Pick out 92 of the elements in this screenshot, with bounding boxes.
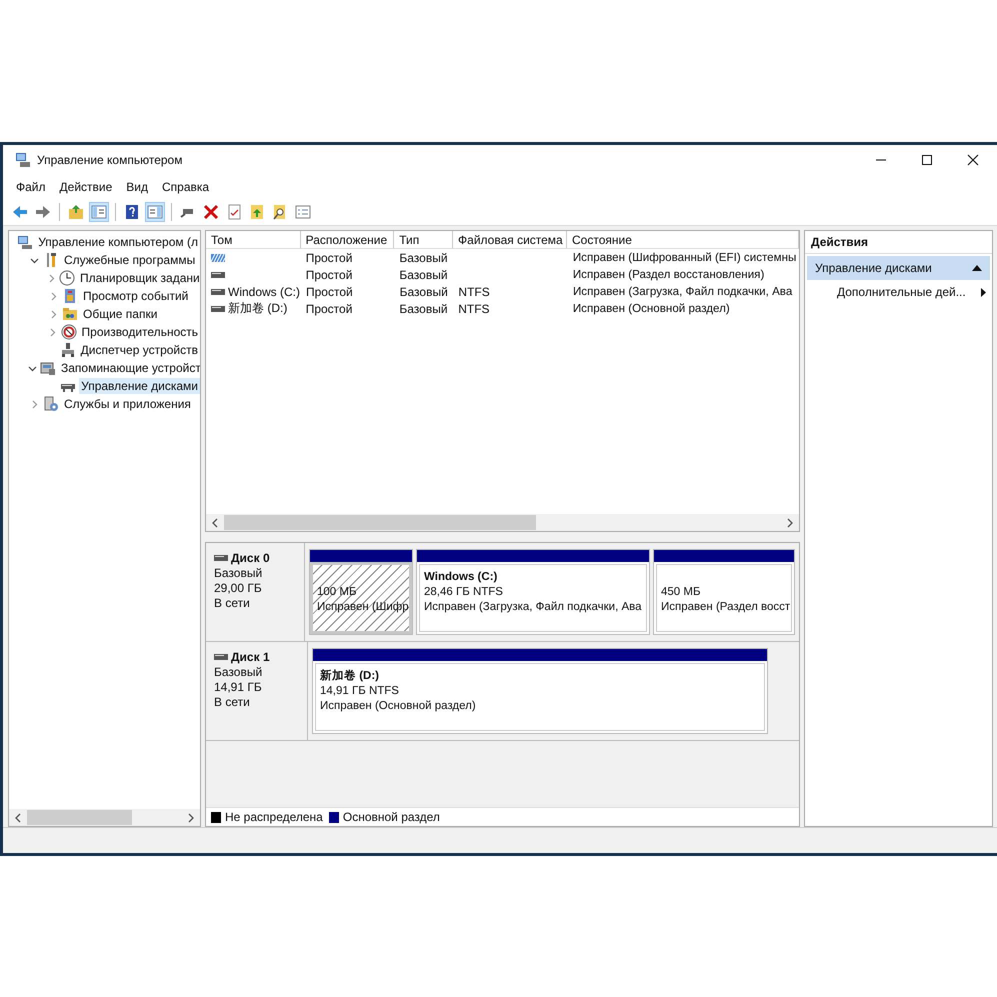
- event-log-icon: [62, 288, 78, 304]
- column-header[interactable]: Тип: [394, 231, 454, 249]
- disk-status: В сети: [214, 596, 251, 610]
- maximize-icon[interactable]: [921, 154, 933, 166]
- expand-chevron-icon[interactable]: [48, 310, 58, 318]
- table-cell: Базовый: [399, 250, 448, 264]
- legend-label: Основной раздел: [342, 810, 440, 824]
- table-cell: Простой: [306, 268, 352, 282]
- tree-item[interactable]: Управление дисками: [79, 378, 200, 394]
- partition-block[interactable]: 新加卷 (D:) 14,91 ГБ NTFS Исправен (Основной раздел): [312, 648, 768, 734]
- disk-type: Базовый: [214, 665, 264, 679]
- collapse-chevron-icon[interactable]: [30, 256, 38, 264]
- table-cell: Windows (C:): [228, 284, 300, 298]
- partition-status: Исправен (Загрузка, Файл подкачки, Ава: [424, 600, 642, 615]
- clock-icon: [59, 270, 75, 286]
- disk-type: Базовый: [214, 566, 264, 580]
- partition-block[interactable]: 450 МБ Исправен (Раздел восст: [653, 549, 795, 635]
- expand-chevron-icon[interactable]: [30, 400, 38, 408]
- actions-section[interactable]: Управление дисками: [807, 256, 990, 280]
- table-cell: Базовый: [399, 268, 448, 282]
- table-cell: Исправен (Основной раздел): [572, 302, 730, 315]
- table-cell: NTFS: [458, 302, 490, 316]
- collapse-chevron-icon[interactable]: [28, 364, 37, 372]
- table-cell: Простой: [306, 284, 353, 298]
- table-cell: Простой: [306, 302, 352, 316]
- expand-chevron-icon[interactable]: [48, 292, 58, 300]
- window-title: Управление компьютером: [37, 153, 182, 167]
- disk-status: В сети: [214, 695, 251, 709]
- horizontal-scrollbar[interactable]: [206, 514, 799, 531]
- disk-name: Диск 1: [231, 650, 270, 664]
- partition-size: 100 МБ: [317, 585, 358, 600]
- table-cell: Базовый: [399, 302, 448, 316]
- table-cell: Базовый: [400, 284, 448, 298]
- volume-icon: [211, 306, 225, 312]
- volume-icon: [211, 272, 225, 278]
- volume-icon: [211, 288, 225, 294]
- submenu-arrow-icon: [981, 288, 986, 296]
- table-cell: Исправен (Раздел восстановления): [572, 268, 764, 281]
- table-cell: Исправен (Загрузка, Файл подкачки, Ава: [572, 285, 792, 298]
- column-header[interactable]: Расположение: [300, 231, 394, 249]
- table-cell: Исправен (Шифрованный (EFI) системны: [572, 251, 796, 264]
- menu-item[interactable]: Вид: [126, 180, 148, 194]
- menu-item[interactable]: Действие: [60, 180, 112, 194]
- partition-name: 新加卷 (D:): [320, 669, 380, 684]
- tree-pane-icon[interactable]: [89, 202, 109, 222]
- computer-icon: [15, 152, 31, 168]
- shared-folder-icon: [62, 306, 78, 322]
- tree-item[interactable]: Управление компьютером (л: [36, 234, 200, 250]
- partition-block[interactable]: Windows (C:) 28,46 ГБ NTFS Исправен (Загрузка, Файл подкачки, Ава: [416, 549, 650, 635]
- partition-block[interactable]: 100 МБ Исправен (Шифр: [309, 549, 413, 635]
- column-header[interactable]: Файловая система: [453, 231, 568, 249]
- action-pane-icon[interactable]: [145, 202, 165, 222]
- table-cell: 新加卷 (D:): [228, 300, 288, 317]
- folder-up-icon[interactable]: [66, 202, 86, 222]
- partition-size: 450 МБ: [661, 585, 702, 600]
- disk-size: 29,00 ГБ: [214, 581, 263, 595]
- close-icon[interactable]: [967, 154, 979, 166]
- delete-icon[interactable]: [201, 202, 221, 222]
- disk-size: 14,91 ГБ: [214, 680, 263, 694]
- partition-size: 14,91 ГБ NTFS: [320, 684, 400, 699]
- computer-icon: [17, 234, 34, 250]
- storage-icon: [40, 360, 56, 376]
- tree-item[interactable]: Планировщик задани: [78, 270, 200, 286]
- device-icon: [60, 342, 76, 358]
- legend-label: Не распределена: [225, 810, 323, 824]
- services-icon: [43, 396, 59, 412]
- expand-chevron-icon[interactable]: [48, 328, 57, 336]
- disk-name: Диск 0: [231, 551, 270, 565]
- tree-item[interactable]: Служебные программы: [62, 252, 198, 268]
- actions-header: Действия: [805, 231, 992, 254]
- tree-item[interactable]: Диспетчер устройств: [78, 342, 200, 358]
- table-cell: Простой: [306, 250, 352, 264]
- collapse-triangle-icon[interactable]: [972, 265, 982, 271]
- column-header[interactable]: Состояние: [567, 231, 799, 249]
- tree-item[interactable]: Производительность: [80, 324, 200, 340]
- partition-status: Исправен (Основной раздел): [320, 699, 477, 714]
- action-item[interactable]: Дополнительные дей...: [805, 282, 992, 302]
- partition-size: 28,46 ГБ NTFS: [424, 585, 504, 600]
- gauge-icon: [60, 324, 77, 340]
- encrypted-volume-icon: [211, 254, 225, 262]
- horizontal-scrollbar[interactable]: [9, 809, 200, 826]
- menu-item[interactable]: Файл: [16, 180, 46, 194]
- tree-item[interactable]: Просмотр событий: [81, 288, 190, 304]
- partition-name: Windows (C:): [424, 570, 498, 585]
- tree-item[interactable]: Службы и приложения: [62, 396, 193, 412]
- expand-chevron-icon[interactable]: [47, 274, 56, 282]
- menu-item[interactable]: Справка: [162, 180, 210, 194]
- disk-drive-icon: [214, 654, 228, 660]
- tree-item[interactable]: Общие папки: [81, 306, 160, 322]
- column-header[interactable]: Том: [206, 231, 301, 249]
- disk-drive-icon: [214, 555, 228, 561]
- table-cell: NTFS: [458, 284, 490, 298]
